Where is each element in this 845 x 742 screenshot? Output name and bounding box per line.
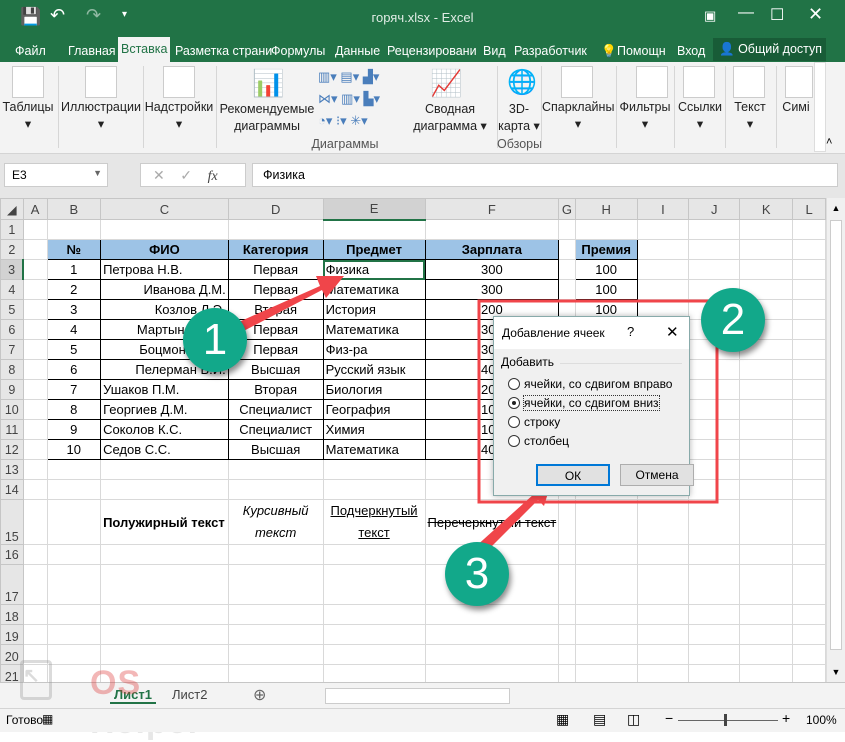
option-entire-row[interactable]: строку bbox=[508, 415, 560, 429]
option-shift-right[interactable]: ячейки, со сдвигом вправо bbox=[508, 377, 672, 391]
help-button[interactable]: ? bbox=[627, 324, 634, 339]
ok-button[interactable]: ОК bbox=[536, 464, 610, 486]
dialog-titlebar: Добавление ячеек ? ✕ bbox=[494, 317, 689, 349]
group-label: Добавить bbox=[501, 355, 555, 369]
annotation-arrows bbox=[232, 276, 719, 556]
step-badge-1: 1 bbox=[183, 308, 247, 372]
cancel-button[interactable]: Отмена bbox=[620, 464, 694, 486]
option-shift-down[interactable]: ячейки, со сдвигом вниз bbox=[508, 395, 660, 411]
insert-cells-dialog: Добавление ячеек ? ✕ Добавить ячейки, со… bbox=[493, 316, 694, 496]
step-badge-2: 2 bbox=[701, 288, 765, 352]
dialog-close-button[interactable]: ✕ bbox=[666, 323, 679, 341]
arrow-1 bbox=[232, 276, 344, 335]
option-entire-column[interactable]: столбец bbox=[508, 434, 569, 448]
dialog-title: Добавление ячеек bbox=[502, 326, 605, 340]
step-badge-3: 3 bbox=[445, 542, 509, 606]
